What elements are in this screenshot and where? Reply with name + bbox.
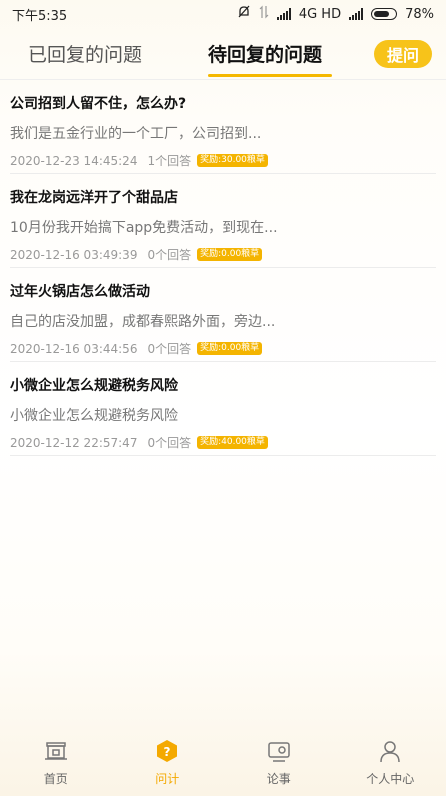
nav-home[interactable]: 首页 (6, 738, 106, 787)
question-desc: 小微企业怎么规避税务风险 (10, 408, 178, 424)
question-title: 我在龙岗远洋开了个甜品店 (10, 190, 178, 206)
question-icon: ? (157, 740, 178, 762)
question-title: 公司招到人留不住，怎么办? (10, 96, 187, 112)
battery-icon (371, 8, 398, 20)
header: 已回复的问题 待回复的问题 提问 (0, 28, 446, 80)
nav-ask[interactable]: ? 问计 (117, 738, 217, 787)
status-bar: 下午5:35 4G HD 78% (0, 0, 446, 28)
data-transfer-icon (259, 5, 269, 23)
answer-count: 0个回答 (147, 436, 192, 450)
tab-pending[interactable]: 待回复的问题 (208, 40, 322, 67)
bottom-nav: 首页 ? 问计 论事 个人中心 (0, 730, 446, 796)
network-type: 4G HD (298, 6, 342, 22)
reward-badge: 奖励:40.00粮草 (197, 436, 268, 449)
question-time: 2020-12-12 22:57:47 (10, 435, 138, 450)
nav-label: 问计 (155, 772, 180, 786)
question-meta: 2020-12-23 14:45:24 1个回答 奖励:30.00粮草 (10, 152, 436, 169)
nav-label: 首页 (43, 772, 68, 786)
question-item[interactable]: 我在龙岗远洋开了个甜品店 10月份我开始搞下app免费活动，到现在... 202… (10, 174, 436, 268)
nav-discuss[interactable]: 论事 (229, 738, 329, 787)
reward-badge: 奖励:0.00粮草 (197, 248, 263, 261)
nav-label: 个人中心 (366, 772, 415, 786)
active-tab-indicator (208, 74, 332, 77)
question-item[interactable]: 过年火锅店怎么做活动 自己的店没加盟，成都春熙路外面，旁边... 2020-12… (10, 268, 436, 362)
question-desc: 10月份我开始搞下app免费活动，到现在... (10, 220, 278, 236)
signal-icon-2 (349, 8, 364, 20)
tab-answered[interactable]: 已回复的问题 (28, 40, 142, 67)
discuss-icon (268, 742, 290, 762)
home-icon (44, 742, 67, 760)
question-item[interactable]: 小微企业怎么规避税务风险 小微企业怎么规避税务风险 2020-12-12 22:… (10, 362, 436, 456)
answer-count: 0个回答 (147, 342, 192, 356)
nav-label: 论事 (266, 772, 291, 786)
question-item[interactable]: 公司招到人留不住，怎么办? 我们是五金行业的一个工厂，公司招到... 2020-… (10, 80, 436, 174)
question-time: 2020-12-16 03:44:56 (10, 341, 138, 356)
battery-percent: 78% (405, 6, 434, 22)
person-icon (380, 741, 400, 763)
question-meta: 2020-12-16 03:49:39 0个回答 奖励:0.00粮草 (10, 246, 436, 263)
question-time: 2020-12-23 14:45:24 (10, 153, 138, 168)
status-right: 4G HD 78% (237, 5, 434, 23)
question-list: 公司招到人留不住，怎么办? 我们是五金行业的一个工厂，公司招到... 2020-… (0, 80, 446, 456)
status-time: 下午5:35 (12, 8, 68, 24)
question-meta: 2020-12-12 22:57:47 0个回答 奖励:40.00粮草 (10, 434, 436, 451)
question-desc: 自己的店没加盟，成都春熙路外面，旁边... (10, 314, 276, 330)
ask-question-button[interactable]: 提问 (374, 40, 432, 68)
nav-profile[interactable]: 个人中心 (340, 738, 440, 787)
question-title: 小微企业怎么规避税务风险 (10, 378, 178, 394)
svg-text:?: ? (164, 745, 171, 759)
answer-count: 0个回答 (147, 248, 192, 262)
question-meta: 2020-12-16 03:44:56 0个回答 奖励:0.00粮草 (10, 340, 436, 357)
reward-badge: 奖励:0.00粮草 (197, 342, 263, 355)
question-title: 过年火锅店怎么做活动 (10, 284, 150, 300)
reward-badge: 奖励:30.00粮草 (197, 154, 268, 167)
mute-icon (237, 5, 251, 23)
signal-icon (276, 8, 291, 20)
question-time: 2020-12-16 03:49:39 (10, 247, 138, 262)
answer-count: 1个回答 (147, 154, 192, 168)
question-desc: 我们是五金行业的一个工厂，公司招到... (10, 126, 262, 142)
